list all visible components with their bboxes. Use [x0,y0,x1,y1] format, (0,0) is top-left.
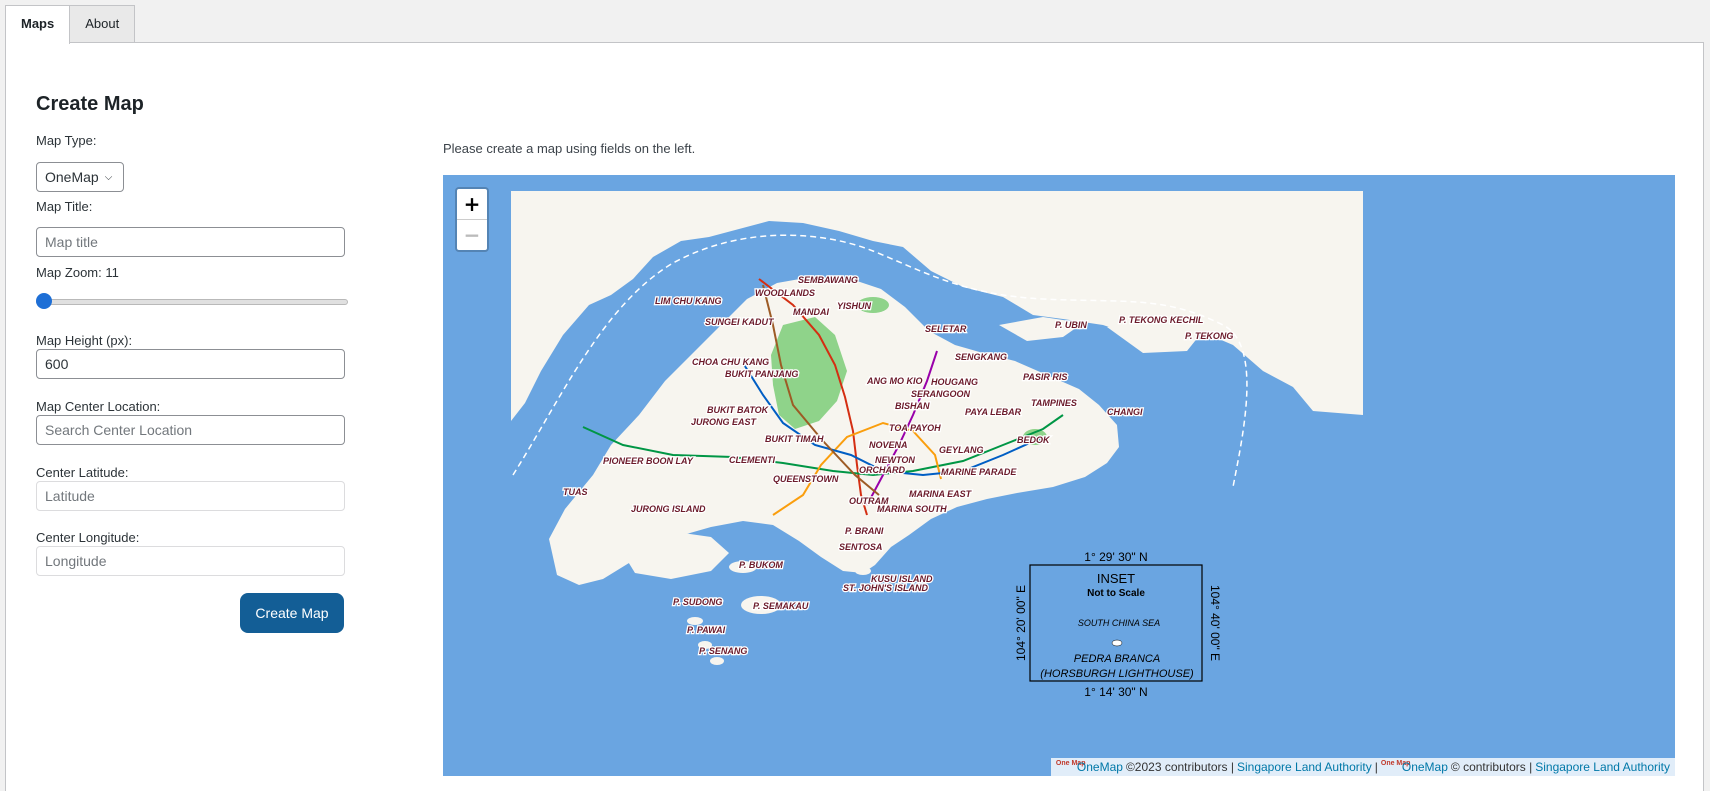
place-label: SENGKANG [955,352,1007,362]
place-label: P. BRANI [845,526,884,536]
map-canvas[interactable]: SEMBAWANG WOODLANDS MANDAI YISHUN LIM CHU KA… [443,175,1675,776]
tab-bar: Maps About [5,5,136,44]
kusu-land [855,567,871,575]
inset-title: INSET [1097,571,1135,586]
place-label: SEMBAWANG [798,275,858,285]
onemap-link-2[interactable]: OneMap [1402,760,1448,774]
place-label: JURONG ISLAND [631,504,706,514]
place-label: MARINA EAST [909,489,973,499]
place-label: PAYA LEBAR [965,407,1022,417]
place-label: BUKIT TIMAH [765,434,824,444]
map-type-select[interactable]: OneMap ⌵ [36,162,124,192]
place-label: P. SEMAKAU [753,601,809,611]
inset-left-coord: 104° 20' 00" E [1014,585,1028,661]
place-label: MARINA SOUTH [877,504,947,514]
place-label: BEDOK [1017,435,1051,445]
inset-right-coord: 104° 40' 00" E [1208,585,1222,661]
place-label: GEYLANG [939,445,984,455]
onemap-logo-icon: One Map [1055,760,1086,767]
place-label: SUNGEI KADUT [705,317,775,327]
map-hint-text: Please create a map using fields on the … [443,141,696,156]
place-label: PIONEER BOON LAY [603,456,694,466]
slider-thumb[interactable] [36,293,52,309]
latitude-input[interactable] [36,481,345,511]
center-longitude-label: Center Longitude: [36,530,140,545]
place-label: MARINE PARADE [941,467,1017,477]
map-title-input[interactable] [36,227,345,257]
slider-track [36,299,348,305]
sla-link[interactable]: Singapore Land Authority [1237,760,1372,774]
inset-feature-label-1: PEDRA BRANCA [1074,653,1160,665]
place-label: BUKIT PANJANG [725,369,798,379]
zoom-out-button[interactable]: − [457,219,487,250]
place-label: P. TEKONG [1185,331,1233,341]
place-label: NEWTON [875,455,915,465]
sudong-land [687,617,703,625]
place-label: ORCHARD [859,465,905,475]
onemap-logo-icon-2: One Map [1380,760,1411,767]
map-height-input[interactable] [36,349,345,379]
attribution-text-2: © contributors | [1450,760,1533,774]
center-location-label: Map Center Location: [36,399,161,414]
create-map-button[interactable]: Create Map [240,593,344,633]
center-location-input[interactable] [36,415,345,445]
map-type-value: OneMap [45,169,99,185]
onemap-link[interactable]: OneMap [1077,760,1123,774]
place-label: CHANGI [1107,407,1143,417]
zoom-control: + − [455,187,489,252]
place-label: JURONG EAST [691,417,758,427]
maps-panel: Create Map Map Type: OneMap ⌵ Map Title:… [5,42,1704,791]
place-label: YISHUN [837,301,872,311]
senang-land [710,657,724,665]
place-label: LIM CHU KANG [655,296,722,306]
place-label: ANG MO KIO [866,376,923,386]
place-label: SENTOSA [839,542,882,552]
place-label: SERANGOON [911,389,971,399]
place-label: CHOA CHU KANG [692,357,769,367]
map-zoom-label: Map Zoom: 11 [36,265,119,280]
center-latitude-label: Center Latitude: [36,465,129,480]
zoom-in-button[interactable]: + [457,189,487,219]
place-label: SELETAR [925,324,967,334]
place-label: P. UBIN [1055,320,1087,330]
place-label: CLEMENTI [729,455,775,465]
place-label: ST. JOHN'S ISLAND [843,583,928,593]
place-label: PASIR RIS [1023,372,1067,382]
place-label: P. TEKONG KECHIL [1119,315,1203,325]
inset-bottom-coord: 1° 14' 30" N [1084,685,1147,699]
map-type-label: Map Type: [36,133,97,148]
map-svg[interactable]: SEMBAWANG WOODLANDS MANDAI YISHUN LIM CHU KA… [443,175,1675,776]
place-label: WOODLANDS [755,288,815,298]
map-title-label: Map Title: [36,199,93,214]
map-attribution: One Map OneMap ©2023 contributors | Sing… [1050,758,1675,776]
tab-about[interactable]: About [69,5,136,42]
map-zoom-slider[interactable] [36,293,348,309]
place-label: P. SUDONG [673,597,722,607]
place-label: TUAS [563,487,588,497]
place-label: MANDAI [793,307,829,317]
place-label: BISHAN [895,401,930,411]
place-label: P. PAWAI [687,625,726,635]
pedra-branca-island [1111,639,1123,647]
chevron-down-icon: ⌵ [104,171,113,183]
place-label: P. BUKOM [739,560,783,570]
place-label: QUEENSTOWN [773,474,839,484]
attribution-separator: | [1374,760,1378,774]
place-label: NOVENA [869,440,908,450]
sla-link-2[interactable]: Singapore Land Authority [1535,760,1670,774]
inset-subtitle: Not to Scale [1087,588,1145,599]
map-height-label: Map Height (px): [36,333,133,348]
attribution-text: ©2023 contributors | [1125,760,1234,774]
place-label: TOA PAYOH [889,423,941,433]
page-title: Create Map [36,93,144,115]
place-label: TAMPINES [1031,398,1077,408]
inset-top-coord: 1° 29' 30" N [1084,550,1147,564]
tab-maps[interactable]: Maps [5,5,71,44]
inset-feature-label-2: (HORSBURGH LIGHTHOUSE) [1040,668,1194,680]
place-label: HOUGANG [931,377,978,387]
place-label: BUKIT BATOK [707,405,770,415]
inset-sea-label: SOUTH CHINA SEA [1078,618,1160,628]
longitude-input[interactable] [36,546,345,576]
place-label: P. SENANG [699,646,747,656]
